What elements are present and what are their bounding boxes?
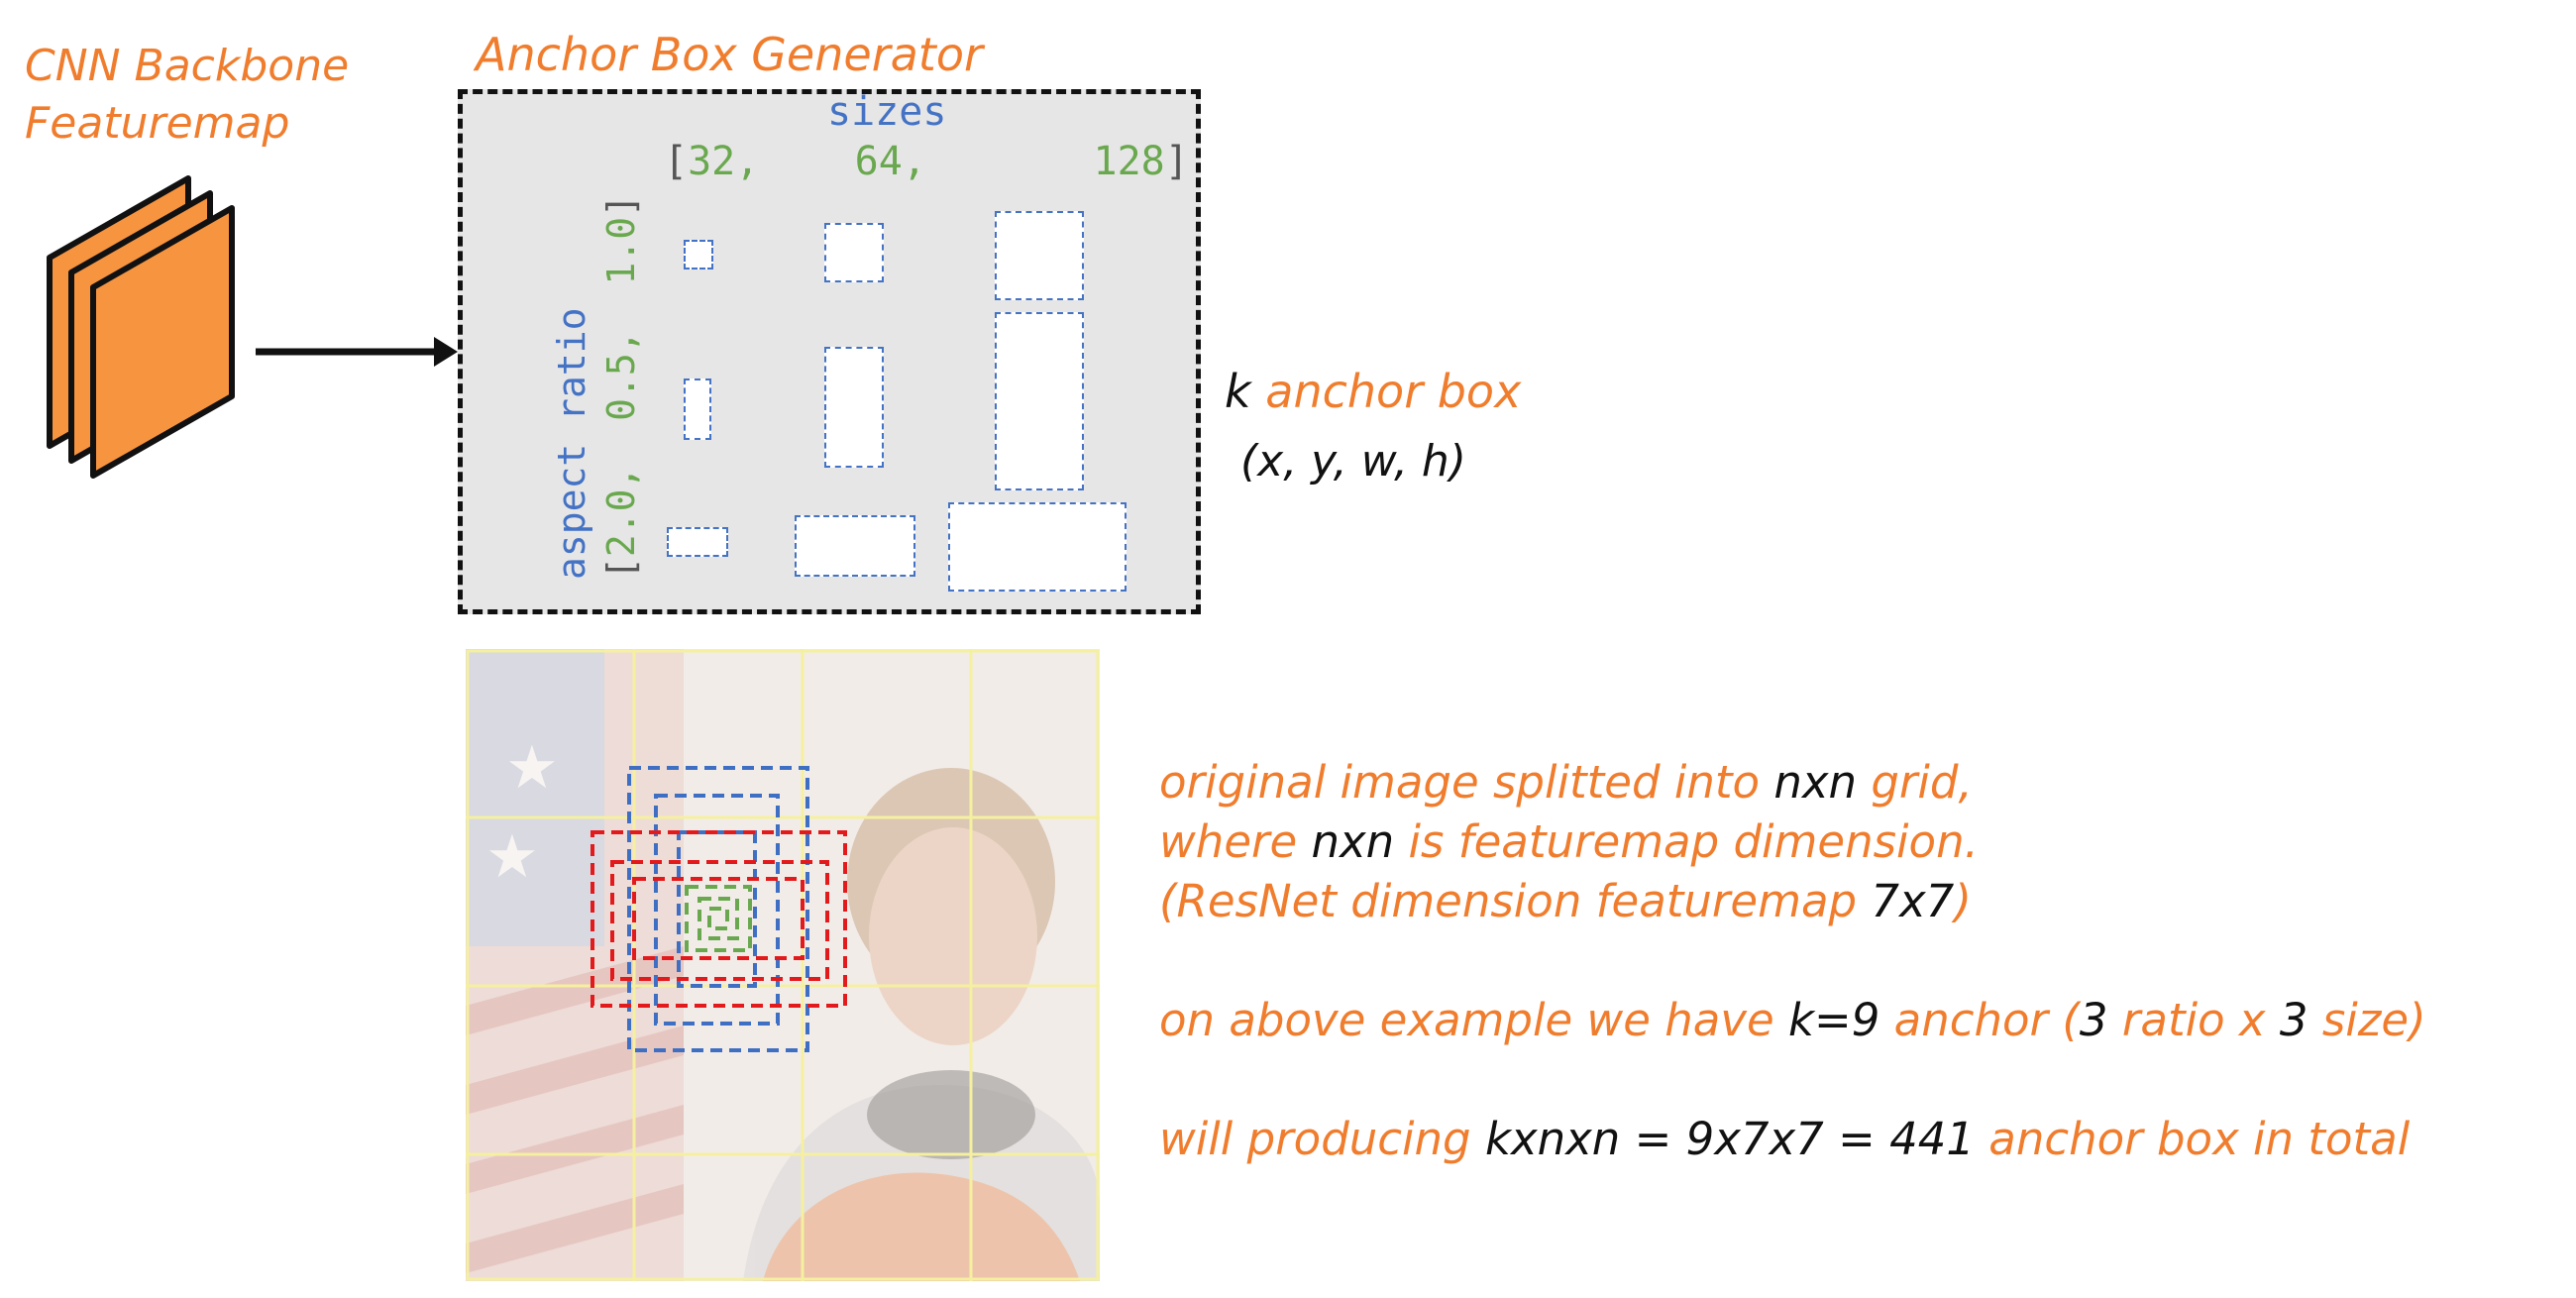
anchor-r1-s64 xyxy=(824,223,884,282)
aspect-ratio-axis: aspect ratio [2.0, 0.5, 1.0] xyxy=(550,163,669,580)
input-image-panel: ★ ★ xyxy=(466,649,1100,1281)
sizes-close-bracket: ] xyxy=(1164,139,1189,184)
ratio-open-bracket: [ xyxy=(599,557,643,580)
svg-text:★: ★ xyxy=(485,822,539,892)
aspect-ratio-label: aspect ratio xyxy=(550,307,593,580)
desc-text: where xyxy=(1159,815,1312,868)
desc-text: is featuremap dimension. xyxy=(1394,815,1979,868)
size-value-32: 32, xyxy=(688,139,760,184)
size-value-64: 64, xyxy=(854,139,926,184)
desc-line-1: original image splitted into nxn grid, xyxy=(1159,753,2426,812)
ratio-close-bracket: ] xyxy=(599,194,643,217)
description-block: original image splitted into nxn grid, w… xyxy=(1159,753,2426,1169)
backbone-title-line1: CNN Backbone xyxy=(25,41,350,91)
generator-title: Anchor Box Generator xyxy=(476,28,983,81)
ratio-value-2: 2.0, xyxy=(599,466,643,558)
box-coordinates: (x, y, w, h) xyxy=(1240,436,1466,487)
desc-text: ratio x xyxy=(2107,994,2280,1046)
box-word: box xyxy=(1437,365,1522,418)
desc-line-2: where nxn is featuremap dimension. xyxy=(1159,812,2426,872)
anchor-r1-s128 xyxy=(995,211,1084,300)
anchor-r3-s32 xyxy=(667,527,728,557)
desc-text: original image splitted into xyxy=(1159,756,1774,809)
desc-highlight: kxnxn = 9x7x7 = 441 xyxy=(1484,1113,1975,1165)
desc-highlight: 3 xyxy=(2279,994,2308,1046)
aspect-ratio-values: [2.0, 0.5, 1.0] xyxy=(599,194,643,580)
arrow-head xyxy=(434,337,458,367)
sizes-label: sizes xyxy=(827,89,947,135)
sizes-values: [32, 64, 128] xyxy=(664,139,1189,184)
astronaut-photo: ★ ★ xyxy=(466,649,1100,1281)
featuremap-stack xyxy=(47,175,458,479)
backbone-title-line2: Featuremap xyxy=(25,98,290,149)
anchor-r2-s64 xyxy=(824,347,884,468)
k-symbol: k xyxy=(1225,365,1251,418)
anchor-r3-s128 xyxy=(948,502,1127,592)
backbone-title: CNN Backbone Featuremap xyxy=(25,38,349,153)
desc-text: (ResNet dimension featuremap xyxy=(1159,875,1872,927)
desc-highlight: nxn xyxy=(1311,815,1395,868)
k-anchor-box-label: k anchor box xyxy=(1225,365,1521,418)
anchor-r3-s64 xyxy=(795,515,915,577)
anchor-word: anchor xyxy=(1265,365,1424,418)
desc-text: grid, xyxy=(1857,756,1973,809)
desc-text: will producing xyxy=(1159,1113,1485,1165)
ratio-value-1: 1.0 xyxy=(599,216,643,285)
anchor-r1-s32 xyxy=(684,240,713,270)
desc-text: ) xyxy=(1954,875,1972,927)
desc-line-5: will producing kxnxn = 9x7x7 = 441 ancho… xyxy=(1159,1110,2426,1169)
desc-highlight: k=9 xyxy=(1787,994,1880,1046)
desc-highlight: 3 xyxy=(2079,994,2108,1046)
desc-text: on above example we have xyxy=(1159,994,1788,1046)
desc-text: anchor ( xyxy=(1879,994,2080,1046)
desc-text: size) xyxy=(2308,994,2426,1046)
desc-highlight: nxn xyxy=(1773,756,1858,809)
desc-line-4: on above example we have k=9 anchor (3 r… xyxy=(1159,991,2426,1050)
desc-text: anchor box in total xyxy=(1974,1113,2411,1165)
anchor-r2-s128 xyxy=(995,312,1084,490)
ratio-value-05: 0.5, xyxy=(599,330,643,421)
size-value-128: 128 xyxy=(1093,139,1165,184)
flag: ★ ★ xyxy=(466,649,684,1281)
desc-highlight: 7x7 xyxy=(1871,875,1955,927)
anchor-r2-s32 xyxy=(684,379,711,440)
desc-line-3: (ResNet dimension featuremap 7x7) xyxy=(1159,872,2426,931)
svg-text:★: ★ xyxy=(505,733,559,803)
